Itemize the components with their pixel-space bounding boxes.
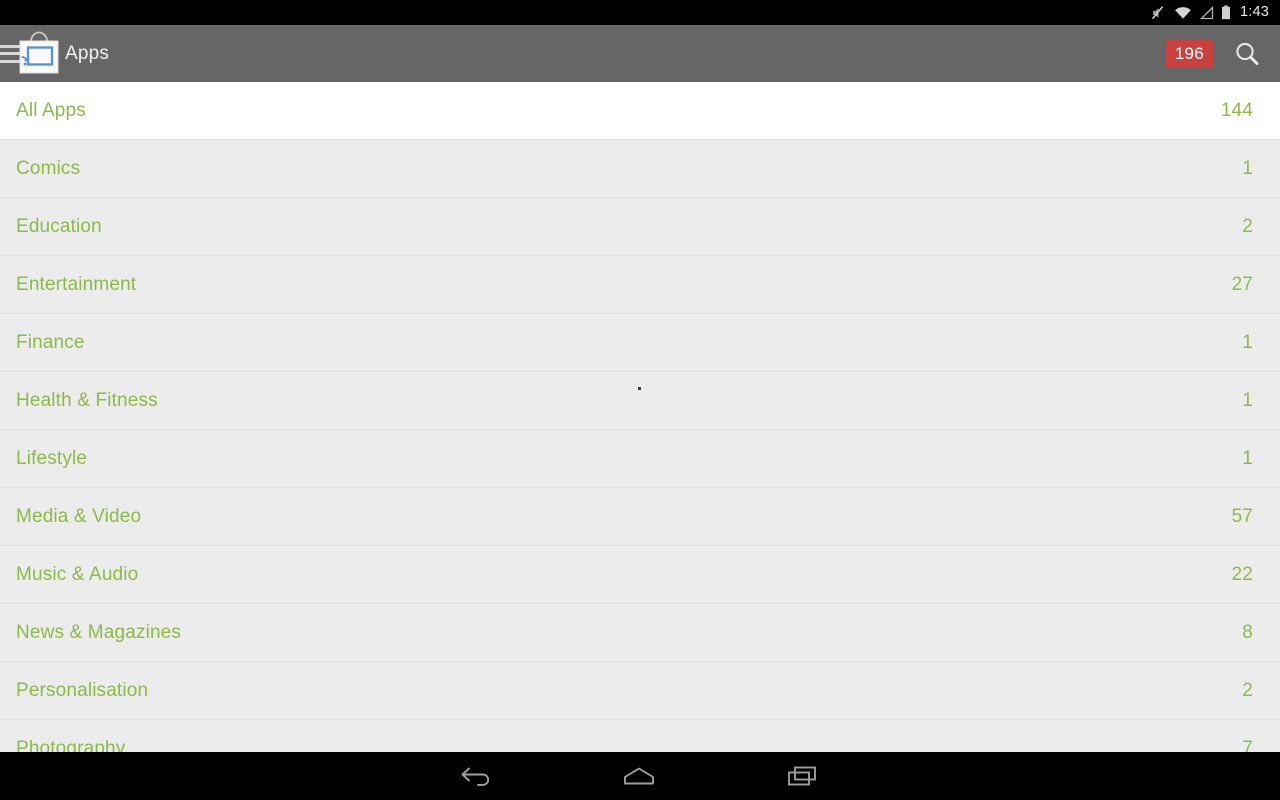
android-screen: 1:43 Apps 196 All Apps 144 Comics 1 Educ… [0,0,1280,800]
wifi-icon [1175,6,1191,19]
list-item-label: Education [16,215,102,237]
list-item[interactable]: Photography 7 [0,720,1280,752]
list-item-count: 2 [1242,215,1253,237]
list-item-count: 1 [1242,447,1253,469]
back-arrow-icon[interactable] [437,752,517,800]
list-item-label: News & Magazines [16,621,182,643]
list-item[interactable]: Health & Fitness 1 [0,372,1280,430]
list-item-label: Media & Video [16,505,142,527]
action-bar-actions: 196 [1164,25,1280,82]
cursor-pointer [638,387,641,390]
list-item[interactable]: Music & Audio 22 [0,546,1280,604]
status-bar: 1:43 [0,0,1280,25]
list-item-label: Entertainment [16,273,137,295]
list-item-count: 8 [1242,621,1253,643]
page-title: Apps [65,42,110,64]
list-item-count: 27 [1231,273,1253,295]
list-item-count: 2 [1242,679,1253,701]
list-item[interactable]: Finance 1 [0,314,1280,372]
cellular-signal-icon [1199,5,1214,19]
search-icon[interactable] [1214,25,1280,82]
mute-icon [1151,5,1164,19]
list-item[interactable]: Personalisation 2 [0,662,1280,720]
list-item[interactable]: Entertainment 27 [0,256,1280,314]
list-item-label: Finance [16,331,85,353]
list-item-label: Health & Fitness [16,389,158,411]
list-item-count: 22 [1231,563,1253,585]
list-item-label: Music & Audio [16,563,139,585]
list-item-label: Personalisation [16,679,149,701]
list-item[interactable]: All Apps 144 [0,82,1280,140]
list-item-label: Photography [16,737,126,753]
list-item[interactable]: Media & Video 57 [0,488,1280,546]
status-badge[interactable]: 196 [1164,39,1214,68]
list-item-label: Comics [16,157,81,179]
list-item[interactable]: Lifestyle 1 [0,430,1280,488]
navigation-bar [0,752,1280,800]
home-icon[interactable] [599,752,679,800]
list-item-count: 144 [1220,99,1253,121]
battery-icon [1221,5,1230,20]
status-bar-clock: 1:43 [1239,4,1269,20]
list-item-count: 1 [1242,389,1253,411]
list-item-count: 1 [1242,331,1253,353]
play-store-bag-cast-icon [17,27,61,80]
list-item-label: All Apps [16,99,86,121]
list-item[interactable]: News & Magazines 8 [0,604,1280,662]
recent-apps-icon[interactable] [762,752,842,800]
list-item-count: 7 [1242,737,1253,753]
list-item-label: Lifestyle [16,447,88,469]
status-bar-icons [1150,5,1231,21]
list-item-count: 1 [1242,157,1253,179]
list-item-count: 57 [1231,505,1253,527]
list-item[interactable]: Education 2 [0,198,1280,256]
action-bar: Apps 196 [0,25,1280,82]
list-item[interactable]: Comics 1 [0,140,1280,198]
category-list[interactable]: All Apps 144 Comics 1 Education 2 Entertainmen… [0,82,1280,752]
